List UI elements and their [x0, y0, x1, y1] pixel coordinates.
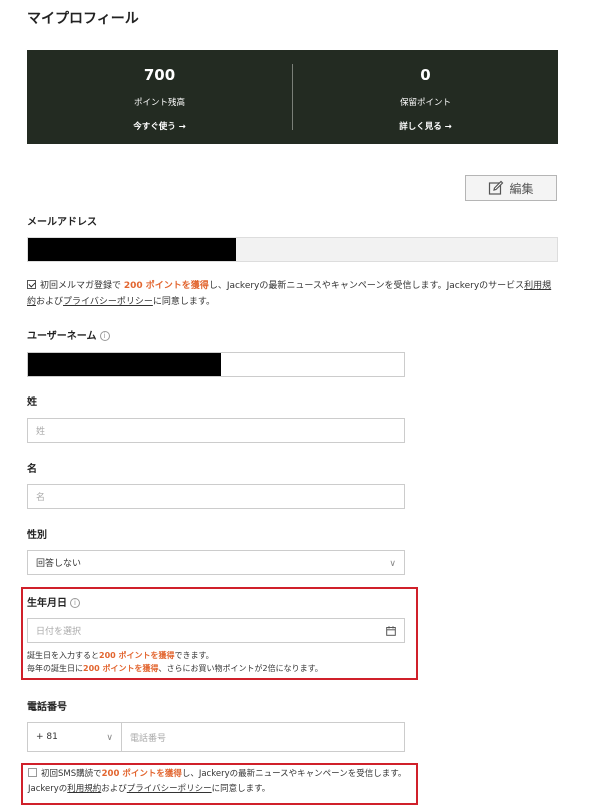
newsletter-bonus: 200 ポイントを獲得 — [123, 281, 209, 291]
chevron-down-icon: ∨ — [389, 559, 396, 569]
points-panel: 700 ポイント残高 今すぐ使う → 0 保留ポイント 詳しく見る → — [27, 50, 558, 144]
birthday-label: 生年月日 i — [27, 594, 80, 609]
country-code-select[interactable]: + 81 ∨ — [27, 722, 122, 752]
points-pending-label: 保留ポイント — [399, 98, 451, 108]
first-name-label: 名 — [27, 464, 37, 475]
sms-bonus: 200 ポイントを獲得 — [101, 769, 182, 779]
newsletter-consent: 初回メルマガ登録で 200 ポイントを獲得し、Jackeryの最新ニュースやキャ… — [27, 280, 552, 307]
gender-select[interactable]: 回答しない ∨ — [27, 550, 405, 575]
last-name-field[interactable]: 姓 — [27, 418, 405, 443]
view-details-link[interactable]: 詳しく見る → — [293, 120, 558, 132]
chevron-down-icon: ∨ — [106, 733, 113, 743]
first-name-field[interactable]: 名 — [27, 484, 405, 509]
points-pending-value: 0 — [420, 66, 431, 84]
email-field[interactable] — [27, 237, 558, 262]
phone-number-field[interactable]: 電話番号 — [121, 722, 405, 752]
last-name-label: 姓 — [27, 397, 37, 408]
gender-label: 性別 — [27, 530, 47, 541]
points-pending: 0 保留ポイント 詳しく見る → — [293, 50, 558, 144]
sms-consent: 初回SMS購読で200 ポイントを獲得し、Jackeryの最新ニュースやキャンペ… — [28, 768, 407, 794]
redacted-email — [28, 238, 236, 261]
edit-icon — [489, 180, 504, 195]
use-points-link[interactable]: 今すぐ使う → — [27, 120, 292, 132]
info-icon[interactable]: i — [99, 331, 110, 341]
email-label: メールアドレス — [27, 217, 97, 228]
edit-button-label: 編集 — [509, 181, 534, 196]
birthday-date-picker[interactable]: 日付を選択 — [27, 618, 405, 643]
edit-button[interactable]: 編集 — [465, 175, 557, 201]
privacy-policy-link[interactable]: プライバシーポリシー — [63, 297, 153, 307]
newsletter-checkbox[interactable] — [27, 280, 36, 289]
redacted-username — [28, 353, 221, 376]
info-icon[interactable]: i — [70, 598, 80, 608]
phone-label: 電話番号 — [27, 702, 67, 713]
points-balance: 700 ポイント残高 今すぐ使う → — [27, 50, 292, 144]
points-balance-value: 700 — [143, 66, 176, 84]
page-title: マイプロフィール — [27, 11, 139, 27]
calendar-icon — [386, 626, 396, 636]
sms-terms-link[interactable]: 利用規約 — [67, 784, 101, 794]
birthday-hint: 誕生日を入力すると200 ポイントを獲得できます。 毎年の誕生日に200 ポイン… — [27, 651, 323, 673]
username-label: ユーザーネーム i — [27, 327, 110, 342]
sms-privacy-policy-link[interactable]: プライバシーポリシー — [127, 784, 212, 794]
points-balance-label: ポイント残高 — [133, 98, 185, 108]
sms-checkbox[interactable] — [28, 768, 37, 777]
username-field[interactable] — [27, 352, 405, 377]
